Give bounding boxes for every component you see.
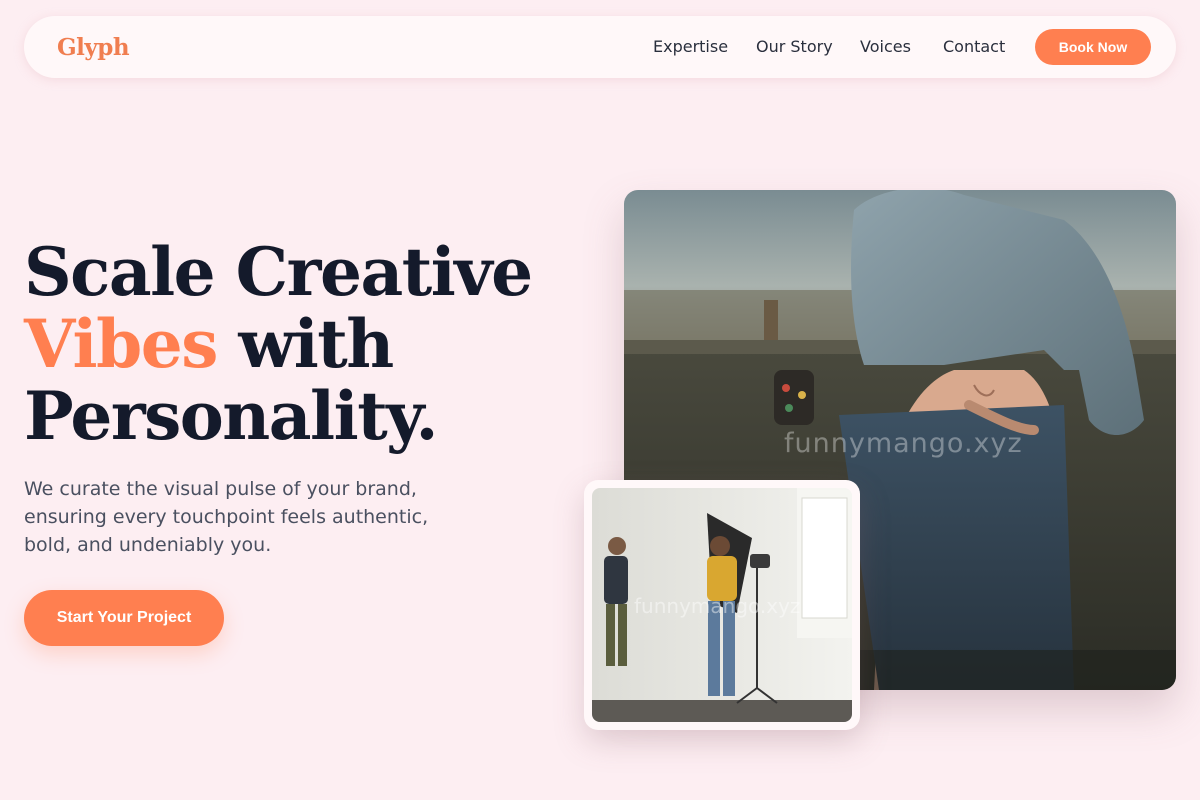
hero-title-line3: Personality. — [24, 377, 438, 455]
hero-title: Scale Creative Vibes with Personality. — [24, 233, 533, 455]
hero-small-photo: funnymango.xyz — [592, 488, 852, 722]
nav-link-contact[interactable]: Contact — [943, 37, 1005, 56]
nav-link-voices[interactable]: Voices — [860, 37, 911, 56]
hero-title-line2: with — [216, 305, 394, 383]
book-now-button[interactable]: Book Now — [1035, 29, 1151, 65]
hero-small-photo-card: funnymango.xyz — [584, 480, 860, 730]
hero-subtitle: We curate the visual pulse of your brand… — [24, 478, 429, 556]
small-photo-watermark: funnymango.xyz — [634, 594, 801, 618]
logo[interactable]: Glyph — [57, 34, 130, 61]
start-project-button[interactable]: Start Your Project — [24, 590, 224, 646]
main-photo-watermark: funnymango.xyz — [784, 428, 1023, 459]
top-nav: Glyph Expertise Our Story Voices Contact… — [24, 16, 1176, 78]
hero-title-accent: Vibes — [24, 305, 218, 383]
hero-title-line1: Scale Creative — [24, 233, 533, 311]
nav-link-our-story[interactable]: Our Story — [756, 37, 833, 56]
nav-link-expertise[interactable]: Expertise — [653, 37, 728, 56]
